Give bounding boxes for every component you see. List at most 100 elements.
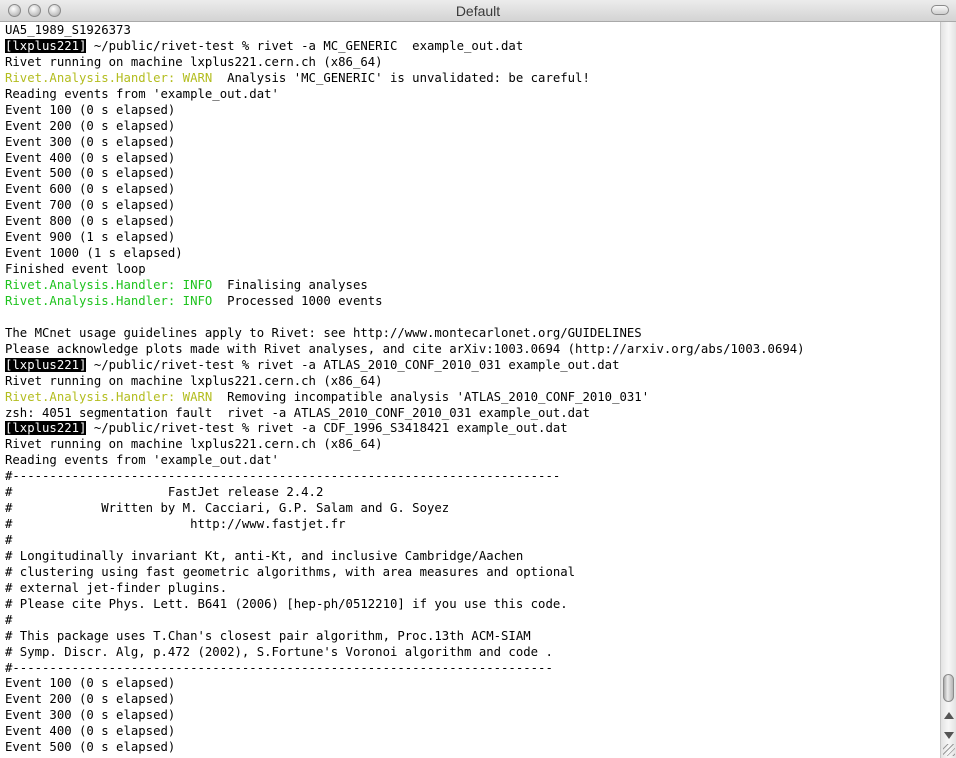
terminal-line: [lxplus221] ~/public/rivet-test % rivet … <box>5 357 940 374</box>
terminal-text: Finalising analyses <box>212 278 368 292</box>
terminal-line: Rivet.Analysis.Handler: WARN Analysis 'M… <box>5 71 940 87</box>
terminal-text: # This package uses T.Chan's closest pai… <box>5 628 531 643</box>
terminal-line: The MCnet usage guidelines apply to Rive… <box>5 326 940 342</box>
terminal-text: # http://www.fastjet.fr <box>5 517 346 532</box>
terminal-text: ~/public/rivet-test % rivet -a ATLAS_201… <box>86 357 620 372</box>
terminal-text: Event 800 (0 s elapsed) <box>5 214 176 229</box>
terminal-text: Rivet running on machine lxplus221.cern.… <box>5 437 383 452</box>
terminal-text: Event 400 (0 s elapsed) <box>5 150 176 165</box>
warn-log-prefix: Rivet.Analysis.Handler: WARN <box>5 70 213 85</box>
terminal-text: Event 700 (0 s elapsed) <box>5 198 176 213</box>
terminal-text: Rivet running on machine lxplus221.cern.… <box>5 373 383 388</box>
window-title: Default <box>455 3 501 19</box>
terminal-text: Event 100 (0 s elapsed) <box>5 102 176 117</box>
terminal-text: Please acknowledge plots made with Rivet… <box>5 341 805 356</box>
terminal-line: Event 400 (0 s elapsed) <box>5 724 940 740</box>
terminal-text: # Longitudinally invariant Kt, anti-Kt, … <box>5 548 524 563</box>
toolbar-toggle-icon[interactable] <box>931 5 949 15</box>
terminal-text: # <box>5 612 13 627</box>
prompt-host-label: [lxplus221] <box>5 421 87 436</box>
terminal-text: Event 500 (0 s elapsed) <box>5 740 176 755</box>
terminal-line: Event 300 (0 s elapsed) <box>5 708 940 724</box>
terminal-line: Event 300 (0 s elapsed) <box>5 135 940 151</box>
terminal-line: # <box>5 613 940 629</box>
terminal-text: Rivet running on machine lxplus221.cern.… <box>5 54 383 69</box>
terminal-line: Finished event loop <box>5 262 940 278</box>
terminal-line: Event 1000 (1 s elapsed) <box>5 246 940 262</box>
terminal-text: Analysis 'MC_GENERIC' is unvalidated: be… <box>212 70 590 85</box>
terminal-text: Event 1000 (1 s elapsed) <box>5 246 183 261</box>
terminal-line: # Symp. Discr. Alg, p.472 (2002), S.Fort… <box>5 645 940 661</box>
terminal-line: #---------------------------------------… <box>5 661 940 677</box>
terminal-text: # Written by M. Cacciari, G.P. Salam and… <box>5 501 450 516</box>
terminal-text: Reading events from 'example_out.dat' <box>5 86 279 101</box>
warn-log-prefix: Rivet.Analysis.Handler: WARN <box>5 389 213 404</box>
terminal-line: Reading events from 'example_out.dat' <box>5 453 940 469</box>
terminal-line: Rivet.Analysis.Handler: INFO Processed 1… <box>5 294 940 310</box>
resize-grip-icon[interactable] <box>943 744 955 756</box>
terminal-text: # clustering using fast geometric algori… <box>5 564 576 579</box>
terminal-text: The MCnet usage guidelines apply to Rive… <box>5 325 642 340</box>
terminal-window: Default UA5_1989_S1926373 [lxplus221] ~/p… <box>0 0 956 758</box>
terminal-line: zsh: 4051 segmentation fault rivet -a AT… <box>5 406 940 422</box>
terminal-line: Event 500 (0 s elapsed) <box>5 166 940 182</box>
terminal-line: Event 700 (0 s elapsed) <box>5 198 940 214</box>
terminal-text: Event 500 (0 s elapsed) <box>5 166 176 181</box>
terminal-line: [lxplus221] ~/public/rivet-test % rivet … <box>5 38 940 55</box>
terminal-text: #---------------------------------------… <box>5 660 553 675</box>
terminal-text: Event 300 (0 s elapsed) <box>5 708 176 723</box>
terminal-line: Event 200 (0 s elapsed) <box>5 692 940 708</box>
terminal-line: Event 500 (0 s elapsed) <box>5 740 940 756</box>
terminal-text: Event 200 (0 s elapsed) <box>5 118 176 133</box>
terminal-text: #---------------------------------------… <box>5 469 561 484</box>
terminal-text: Event 900 (1 s elapsed) <box>5 230 176 245</box>
terminal-line: # <box>5 533 940 549</box>
terminal-line: Event 400 (0 s elapsed) <box>5 151 940 167</box>
terminal-line: Event 100 (0 s elapsed) <box>5 103 940 119</box>
terminal-text: # Please cite Phys. Lett. B641 (2006) [h… <box>5 596 568 611</box>
terminal-text: # FastJet release 2.4.2 <box>5 485 324 500</box>
terminal-text: Event 400 (0 s elapsed) <box>5 724 176 739</box>
terminal-line: # clustering using fast geometric algori… <box>5 565 940 581</box>
terminal-line: Rivet.Analysis.Handler: INFO Finalising … <box>5 278 940 294</box>
terminal-line: Event 200 (0 s elapsed) <box>5 119 940 135</box>
terminal-line: Rivet running on machine lxplus221.cern.… <box>5 437 940 453</box>
terminal-line: #---------------------------------------… <box>5 469 940 485</box>
terminal-line: Event 900 (1 s elapsed) <box>5 230 940 246</box>
terminal-text: Event 600 (0 s elapsed) <box>5 182 176 197</box>
terminal-text: UA5_1989_S1926373 <box>5 23 131 37</box>
terminal-line: # Longitudinally invariant Kt, anti-Kt, … <box>5 549 940 565</box>
scroll-up-arrow-icon[interactable] <box>944 712 954 719</box>
terminal-line: Event 800 (0 s elapsed) <box>5 214 940 230</box>
terminal-line: Event 600 (0 s elapsed) <box>5 182 940 198</box>
terminal-line: Reading events from 'example_out.dat' <box>5 87 940 103</box>
terminal-text: # Symp. Discr. Alg, p.472 (2002), S.Fort… <box>5 644 553 659</box>
terminal-line: # http://www.fastjet.fr <box>5 517 940 533</box>
terminal-text: zsh: 4051 segmentation fault rivet -a AT… <box>5 405 590 420</box>
terminal-text: ~/public/rivet-test % rivet -a MC_GENERI… <box>86 38 524 53</box>
terminal-text: # <box>5 533 13 547</box>
prompt-host-label: [lxplus221] <box>5 357 87 372</box>
terminal-line: # This package uses T.Chan's closest pai… <box>5 629 940 645</box>
terminal-text: Event 200 (0 s elapsed) <box>5 692 176 707</box>
terminal-text: # external jet-finder plugins. <box>5 580 228 595</box>
title-bar[interactable]: Default <box>0 0 956 22</box>
terminal-line: UA5_1989_S1926373 <box>5 23 940 39</box>
terminal-line: Rivet running on machine lxplus221.cern.… <box>5 55 940 71</box>
terminal-line: Please acknowledge plots made with Rivet… <box>5 342 940 358</box>
scroll-down-arrow-icon[interactable] <box>944 732 954 739</box>
vertical-scrollbar[interactable] <box>940 22 956 758</box>
terminal-line: [lxplus221] ~/public/rivet-test % rivet … <box>5 421 940 437</box>
scrollbar-thumb[interactable] <box>943 674 954 702</box>
terminal-line: # external jet-finder plugins. <box>5 581 940 597</box>
info-log-prefix: Rivet.Analysis.Handler: INFO <box>5 278 213 292</box>
terminal-text: Removing incompatible analysis 'ATLAS_20… <box>212 389 650 404</box>
terminal-line: Rivet running on machine lxplus221.cern.… <box>5 374 940 390</box>
terminal-text: Finished event loop <box>5 262 146 277</box>
prompt-host-label: [lxplus221] <box>5 38 87 53</box>
terminal-output[interactable]: UA5_1989_S1926373 [lxplus221] ~/public/ri… <box>0 22 940 758</box>
terminal-line: # Please cite Phys. Lett. B641 (2006) [h… <box>5 597 940 613</box>
terminal-line: Rivet.Analysis.Handler: WARN Removing in… <box>5 390 940 406</box>
terminal-line: # FastJet release 2.4.2 <box>5 485 940 501</box>
